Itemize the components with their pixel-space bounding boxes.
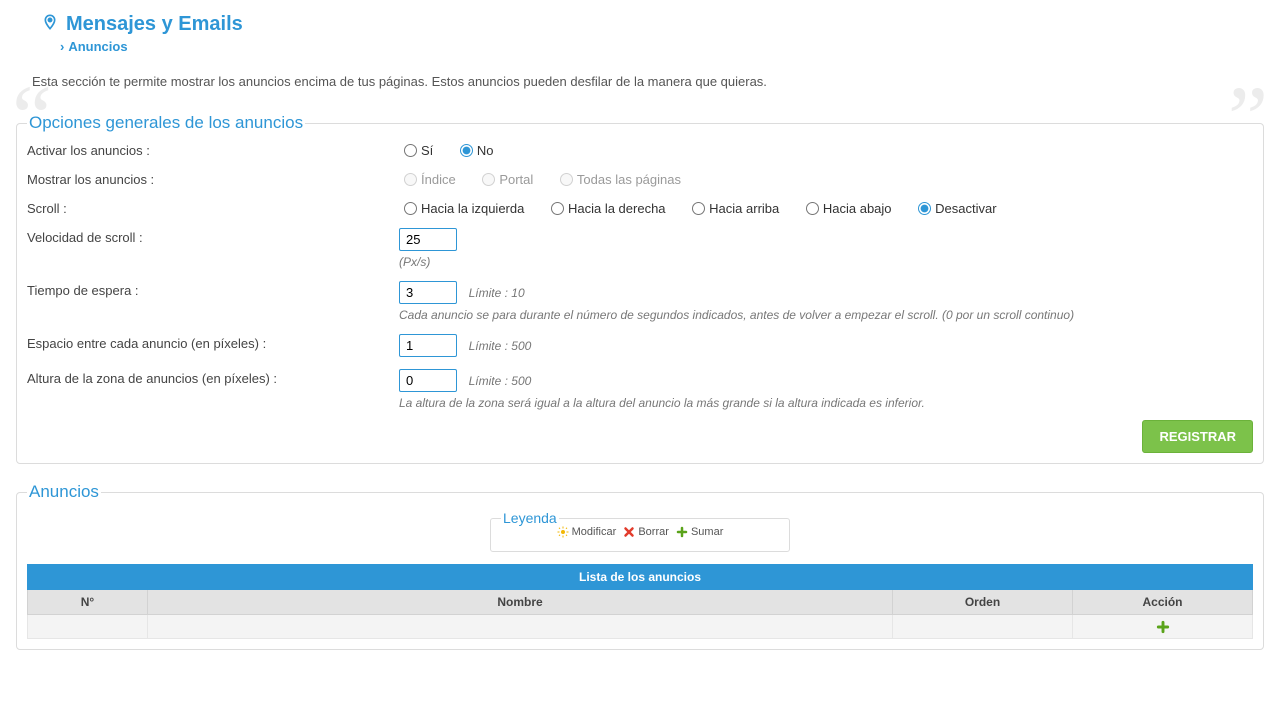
page-title-text: Mensajes y Emails (66, 13, 243, 36)
input-speed[interactable] (399, 228, 457, 251)
panel-announcements: Anuncios Leyenda Modificar Borrar Sumar … (16, 482, 1264, 650)
radio-show-all[interactable]: Todas las páginas (555, 172, 681, 187)
legend-add: Sumar (676, 526, 723, 538)
radio-show-portal[interactable]: Portal (477, 172, 533, 187)
gear-icon (557, 526, 569, 538)
col-num: N° (28, 590, 148, 615)
table-row (28, 615, 1253, 639)
label-speed: Velocidad de scroll : (27, 228, 399, 245)
label-activate: Activar los anuncios : (27, 141, 399, 158)
input-gap[interactable] (399, 334, 457, 357)
radio-group-show: Índice Portal Todas las páginas (399, 170, 1253, 187)
plus-icon (676, 526, 688, 538)
radio-activate-yes[interactable]: Sí (399, 143, 433, 158)
col-action: Acción (1073, 590, 1253, 615)
radio-group-scroll: Hacia la izquierda Hacia la derecha Haci… (399, 199, 1253, 216)
panel-legend: Opciones generales de los anuncios (27, 113, 305, 133)
panel-legend-2: Anuncios (27, 482, 101, 502)
radio-scroll-down[interactable]: Hacia abajo (801, 201, 892, 216)
x-icon (623, 526, 635, 538)
radio-show-index[interactable]: Índice (399, 172, 456, 187)
add-announcement-button[interactable] (1156, 619, 1170, 633)
limit-height: Límite : 500 (469, 374, 532, 388)
unit-speed: (Px/s) (399, 255, 1253, 269)
chevron-right-icon: › (60, 39, 64, 54)
radio-scroll-off[interactable]: Desactivar (913, 201, 996, 216)
intro-text: Esta sección te permite mostrar los anun… (32, 70, 1248, 89)
radio-scroll-up[interactable]: Hacia arriba (687, 201, 779, 216)
help-wait: Cada anuncio se para durante el número d… (399, 308, 1253, 322)
label-height: Altura de la zona de anuncios (en píxele… (27, 369, 399, 386)
radio-scroll-left[interactable]: Hacia la izquierda (399, 201, 524, 216)
radio-activate-no[interactable]: No (455, 143, 494, 158)
radio-group-activate: Sí No (399, 141, 1253, 158)
input-height[interactable] (399, 369, 457, 392)
label-show: Mostrar los anuncios : (27, 170, 399, 187)
plus-icon (1156, 620, 1170, 634)
breadcrumb[interactable]: › Anuncios (60, 39, 1272, 54)
legend-modify: Modificar (557, 526, 617, 538)
submit-button[interactable]: REGISTRAR (1142, 420, 1253, 453)
limit-wait: Límite : 10 (469, 286, 525, 300)
limit-gap: Límite : 500 (469, 339, 532, 353)
col-name: Nombre (148, 590, 893, 615)
col-order: Orden (893, 590, 1073, 615)
breadcrumb-label: Anuncios (68, 39, 127, 54)
help-height: La altura de la zona será igual a la alt… (399, 396, 1253, 410)
panel-general-options: Opciones generales de los anuncios Activ… (16, 113, 1264, 464)
input-wait[interactable] (399, 281, 457, 304)
label-scroll: Scroll : (27, 199, 399, 216)
announcements-table: Lista de los anuncios N° Nombre Orden Ac… (27, 564, 1253, 639)
pin-icon (42, 12, 58, 37)
table-title: Lista de los anuncios (28, 565, 1253, 590)
label-gap: Espacio entre cada anuncio (en píxeles) … (27, 334, 399, 351)
legend-delete: Borrar (623, 526, 669, 538)
label-wait: Tiempo de espera : (27, 281, 399, 298)
legend-box-title: Leyenda (501, 510, 559, 526)
page-title: Mensajes y Emails (42, 12, 1272, 37)
radio-scroll-right[interactable]: Hacia la derecha (546, 201, 666, 216)
legend-box: Leyenda Modificar Borrar Sumar (490, 510, 790, 552)
